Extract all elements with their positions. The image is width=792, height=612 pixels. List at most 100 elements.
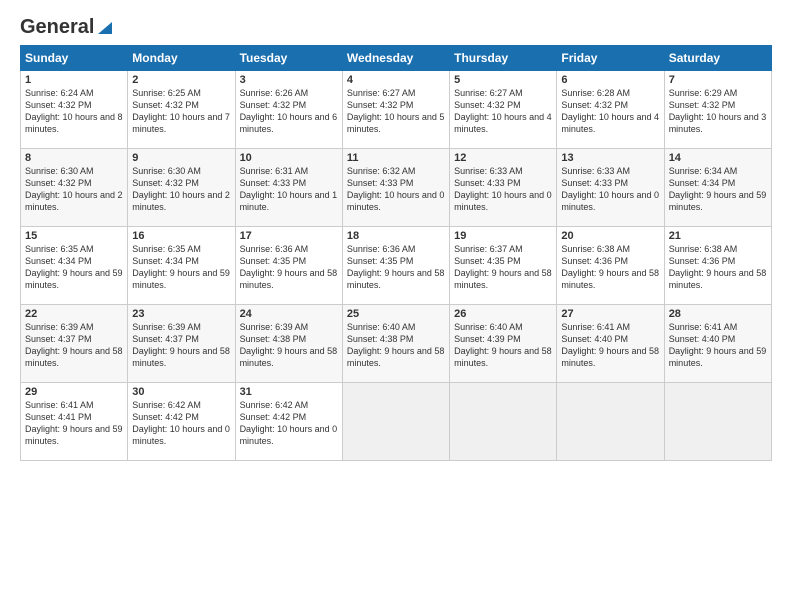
day-number: 20 xyxy=(561,230,659,242)
calendar-cell: 9Sunrise: 6:30 AMSunset: 4:32 PMDaylight… xyxy=(128,149,235,227)
day-number: 25 xyxy=(347,308,445,320)
day-number: 28 xyxy=(669,308,767,320)
day-number: 3 xyxy=(240,74,338,86)
day-info: Sunrise: 6:35 AMSunset: 4:34 PMDaylight:… xyxy=(25,243,123,292)
day-number: 8 xyxy=(25,152,123,164)
logo-triangle-icon xyxy=(96,18,114,36)
calendar-cell xyxy=(664,383,771,461)
day-info: Sunrise: 6:35 AMSunset: 4:34 PMDaylight:… xyxy=(132,243,230,292)
calendar-cell: 28Sunrise: 6:41 AMSunset: 4:40 PMDayligh… xyxy=(664,305,771,383)
calendar-cell: 15Sunrise: 6:35 AMSunset: 4:34 PMDayligh… xyxy=(21,227,128,305)
calendar-cell: 25Sunrise: 6:40 AMSunset: 4:38 PMDayligh… xyxy=(342,305,449,383)
day-number: 19 xyxy=(454,230,552,242)
day-info: Sunrise: 6:41 AMSunset: 4:41 PMDaylight:… xyxy=(25,399,123,448)
day-info: Sunrise: 6:30 AMSunset: 4:32 PMDaylight:… xyxy=(25,165,123,214)
day-info: Sunrise: 6:38 AMSunset: 4:36 PMDaylight:… xyxy=(669,243,767,292)
calendar-cell: 27Sunrise: 6:41 AMSunset: 4:40 PMDayligh… xyxy=(557,305,664,383)
day-info: Sunrise: 6:39 AMSunset: 4:37 PMDaylight:… xyxy=(132,321,230,370)
calendar-row-0: 1Sunrise: 6:24 AMSunset: 4:32 PMDaylight… xyxy=(21,71,772,149)
calendar-cell: 10Sunrise: 6:31 AMSunset: 4:33 PMDayligh… xyxy=(235,149,342,227)
day-number: 9 xyxy=(132,152,230,164)
day-info: Sunrise: 6:32 AMSunset: 4:33 PMDaylight:… xyxy=(347,165,445,214)
calendar-row-2: 15Sunrise: 6:35 AMSunset: 4:34 PMDayligh… xyxy=(21,227,772,305)
day-number: 15 xyxy=(25,230,123,242)
day-number: 17 xyxy=(240,230,338,242)
page: General SundayMondayTuesdayWednesdayThur… xyxy=(0,0,792,612)
calendar-cell: 29Sunrise: 6:41 AMSunset: 4:41 PMDayligh… xyxy=(21,383,128,461)
day-info: Sunrise: 6:27 AMSunset: 4:32 PMDaylight:… xyxy=(347,87,445,136)
day-info: Sunrise: 6:41 AMSunset: 4:40 PMDaylight:… xyxy=(561,321,659,370)
calendar-cell: 18Sunrise: 6:36 AMSunset: 4:35 PMDayligh… xyxy=(342,227,449,305)
header-cell-thursday: Thursday xyxy=(450,46,557,71)
day-number: 21 xyxy=(669,230,767,242)
day-info: Sunrise: 6:29 AMSunset: 4:32 PMDaylight:… xyxy=(669,87,767,136)
day-number: 4 xyxy=(347,74,445,86)
day-number: 12 xyxy=(454,152,552,164)
day-info: Sunrise: 6:25 AMSunset: 4:32 PMDaylight:… xyxy=(132,87,230,136)
calendar-row-3: 22 Sunrise: 6:39 AMSunset: 4:37 PMDayligh… xyxy=(21,305,772,383)
header: General xyxy=(20,16,772,35)
day-info: Sunrise: 6:36 AMSunset: 4:35 PMDaylight:… xyxy=(240,243,338,292)
calendar-cell: 17Sunrise: 6:36 AMSunset: 4:35 PMDayligh… xyxy=(235,227,342,305)
day-number: 24 xyxy=(240,308,338,320)
day-info: Sunrise: 6:40 AMSunset: 4:39 PMDaylight:… xyxy=(454,321,552,370)
day-info: Sunrise: 6:41 AMSunset: 4:40 PMDaylight:… xyxy=(669,321,767,370)
day-info: Sunrise: 6:36 AMSunset: 4:35 PMDaylight:… xyxy=(347,243,445,292)
day-info: Sunrise: 6:42 AMSunset: 4:42 PMDaylight:… xyxy=(240,399,338,448)
calendar-cell: 23Sunrise: 6:39 AMSunset: 4:37 PMDayligh… xyxy=(128,305,235,383)
header-cell-sunday: Sunday xyxy=(21,46,128,71)
day-number: 26 xyxy=(454,308,552,320)
header-cell-monday: Monday xyxy=(128,46,235,71)
day-info: Sunrise: 6:26 AMSunset: 4:32 PMDaylight:… xyxy=(240,87,338,136)
calendar-cell: 6Sunrise: 6:28 AMSunset: 4:32 PMDaylight… xyxy=(557,71,664,149)
day-number: 16 xyxy=(132,230,230,242)
day-info: Sunrise: 6:42 AMSunset: 4:42 PMDaylight:… xyxy=(132,399,230,448)
calendar-cell: 30Sunrise: 6:42 AMSunset: 4:42 PMDayligh… xyxy=(128,383,235,461)
day-number: 10 xyxy=(240,152,338,164)
calendar-cell: 14Sunrise: 6:34 AMSunset: 4:34 PMDayligh… xyxy=(664,149,771,227)
day-info: Sunrise: 6:40 AMSunset: 4:38 PMDaylight:… xyxy=(347,321,445,370)
header-row: SundayMondayTuesdayWednesdayThursdayFrid… xyxy=(21,46,772,71)
day-number: 5 xyxy=(454,74,552,86)
calendar-cell: 3Sunrise: 6:26 AMSunset: 4:32 PMDaylight… xyxy=(235,71,342,149)
calendar-cell: 16Sunrise: 6:35 AMSunset: 4:34 PMDayligh… xyxy=(128,227,235,305)
calendar-cell: 11Sunrise: 6:32 AMSunset: 4:33 PMDayligh… xyxy=(342,149,449,227)
calendar-cell: 7Sunrise: 6:29 AMSunset: 4:32 PMDaylight… xyxy=(664,71,771,149)
calendar-cell: 19Sunrise: 6:37 AMSunset: 4:35 PMDayligh… xyxy=(450,227,557,305)
calendar-table: SundayMondayTuesdayWednesdayThursdayFrid… xyxy=(20,45,772,461)
day-number: 31 xyxy=(240,386,338,398)
calendar-cell xyxy=(342,383,449,461)
calendar-row-1: 8Sunrise: 6:30 AMSunset: 4:32 PMDaylight… xyxy=(21,149,772,227)
day-info: Sunrise: 6:31 AMSunset: 4:33 PMDaylight:… xyxy=(240,165,338,214)
day-number: 13 xyxy=(561,152,659,164)
header-cell-friday: Friday xyxy=(557,46,664,71)
calendar-cell: 13Sunrise: 6:33 AMSunset: 4:33 PMDayligh… xyxy=(557,149,664,227)
calendar-cell: 20Sunrise: 6:38 AMSunset: 4:36 PMDayligh… xyxy=(557,227,664,305)
day-info: Sunrise: 6:38 AMSunset: 4:36 PMDaylight:… xyxy=(561,243,659,292)
day-number: 14 xyxy=(669,152,767,164)
day-info: Sunrise: 6:33 AMSunset: 4:33 PMDaylight:… xyxy=(561,165,659,214)
day-number: 23 xyxy=(132,308,230,320)
calendar-cell xyxy=(557,383,664,461)
day-info: Sunrise: 6:24 AMSunset: 4:32 PMDaylight:… xyxy=(25,87,123,136)
day-info: Sunrise: 6:39 AMSunset: 4:38 PMDaylight:… xyxy=(240,321,338,370)
day-number: 7 xyxy=(669,74,767,86)
calendar-cell: 1Sunrise: 6:24 AMSunset: 4:32 PMDaylight… xyxy=(21,71,128,149)
day-info: Sunrise: 6:27 AMSunset: 4:32 PMDaylight:… xyxy=(454,87,552,136)
calendar-cell xyxy=(450,383,557,461)
day-number: 6 xyxy=(561,74,659,86)
logo: General xyxy=(20,16,114,35)
day-number: 18 xyxy=(347,230,445,242)
calendar-cell: 2Sunrise: 6:25 AMSunset: 4:32 PMDaylight… xyxy=(128,71,235,149)
header-cell-saturday: Saturday xyxy=(664,46,771,71)
day-info: Sunrise: 6:30 AMSunset: 4:32 PMDaylight:… xyxy=(132,165,230,214)
calendar-row-4: 29Sunrise: 6:41 AMSunset: 4:41 PMDayligh… xyxy=(21,383,772,461)
calendar-cell: 21Sunrise: 6:38 AMSunset: 4:36 PMDayligh… xyxy=(664,227,771,305)
calendar-cell: 8Sunrise: 6:30 AMSunset: 4:32 PMDaylight… xyxy=(21,149,128,227)
calendar-cell: 22Sunrise: 6:39 AMSunset: 4:37 PMDayligh… xyxy=(21,305,128,383)
day-info: Sunrise: 6:37 AMSunset: 4:35 PMDaylight:… xyxy=(454,243,552,292)
day-number: 22 xyxy=(25,308,123,320)
calendar-cell: 5Sunrise: 6:27 AMSunset: 4:32 PMDaylight… xyxy=(450,71,557,149)
day-number: 2 xyxy=(132,74,230,86)
calendar-cell: 24Sunrise: 6:39 AMSunset: 4:38 PMDayligh… xyxy=(235,305,342,383)
